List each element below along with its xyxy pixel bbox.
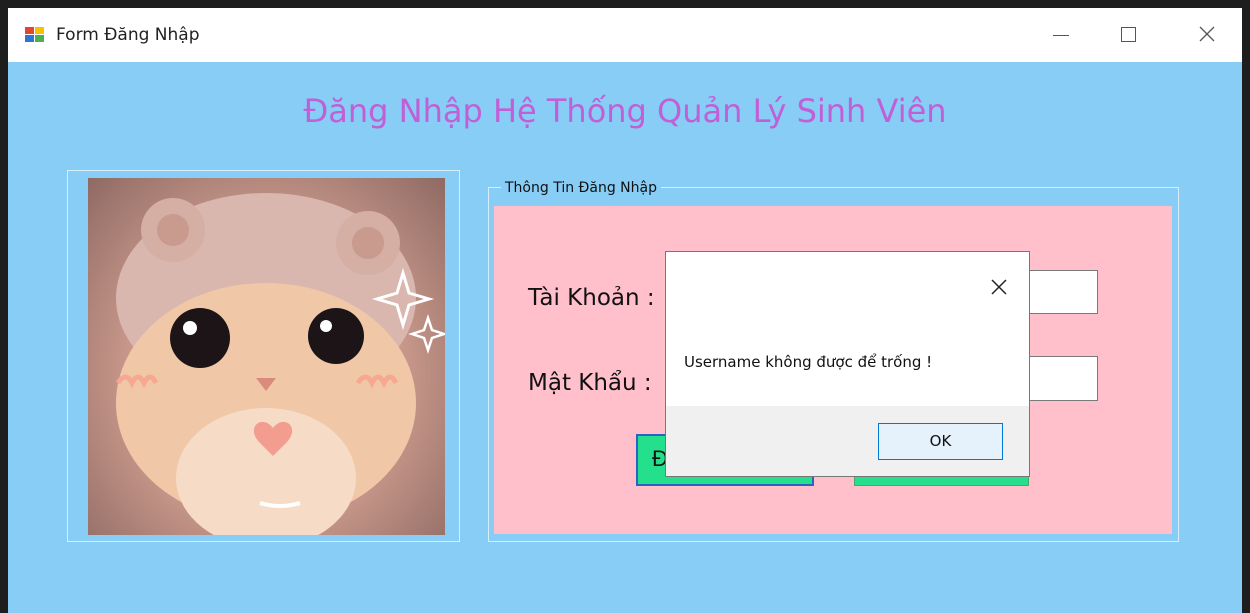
minimize-button[interactable] <box>1025 8 1095 62</box>
minimize-icon <box>1053 35 1069 36</box>
title-bar[interactable]: Form Đăng Nhập <box>8 8 1242 62</box>
windows-form-icon <box>25 27 45 43</box>
page-title: Đăng Nhập Hệ Thống Quản Lý Sinh Viên <box>303 92 947 130</box>
dialog-close-button[interactable] <box>984 272 1014 302</box>
ok-button[interactable]: OK <box>878 423 1003 460</box>
maximize-button[interactable] <box>1095 8 1165 62</box>
cat-picture <box>88 178 445 535</box>
maximize-icon <box>1121 27 1136 42</box>
groupbox-title: Thông Tin Đăng Nhập <box>501 180 661 196</box>
password-label: Mật Khẩu : <box>528 370 652 396</box>
username-label: Tài Khoản : <box>528 285 655 311</box>
close-icon <box>991 279 1007 295</box>
window-title: Form Đăng Nhập <box>56 25 200 45</box>
login-window: Form Đăng Nhập Đăng Nhập Hệ Thống Quản L… <box>8 8 1242 613</box>
dialog-footer: OK <box>666 406 1029 476</box>
window-close-button[interactable] <box>1173 8 1242 62</box>
message-box: Username không được để trống ! OK <box>665 251 1030 477</box>
close-icon <box>1199 26 1215 42</box>
dialog-message: Username không được để trống ! <box>684 353 933 371</box>
